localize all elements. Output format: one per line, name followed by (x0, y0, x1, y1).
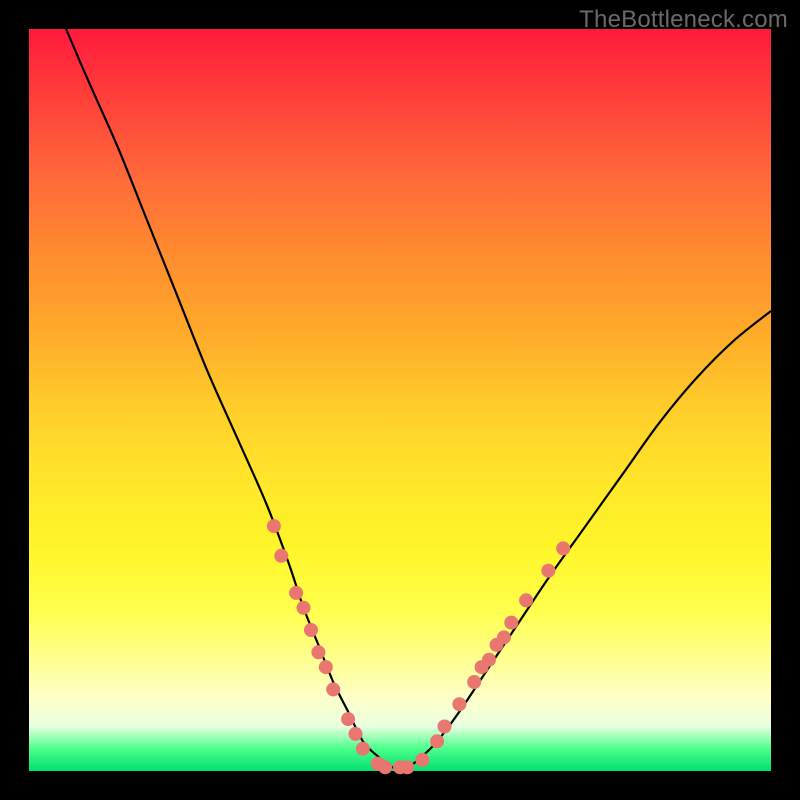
data-point (267, 519, 281, 533)
bottleneck-curve (66, 29, 771, 769)
data-point (274, 549, 288, 563)
data-point (326, 682, 340, 696)
data-point (311, 645, 325, 659)
chart-frame (29, 29, 771, 771)
data-point (556, 541, 570, 555)
data-point (467, 675, 481, 689)
data-point (400, 760, 414, 774)
data-point (349, 727, 363, 741)
data-point (319, 660, 333, 674)
data-point (289, 586, 303, 600)
data-point (341, 712, 355, 726)
data-point (378, 760, 392, 774)
data-point (438, 720, 452, 734)
data-point (482, 653, 496, 667)
data-point (415, 753, 429, 767)
data-point (541, 564, 555, 578)
data-point (519, 593, 533, 607)
data-point (452, 697, 466, 711)
data-point (304, 623, 318, 637)
chart-svg (29, 29, 771, 771)
data-point (504, 616, 518, 630)
data-point (356, 742, 370, 756)
data-point (497, 630, 511, 644)
watermark-text: TheBottleneck.com (579, 6, 788, 34)
data-points-group (267, 519, 570, 774)
data-point (430, 734, 444, 748)
data-point (297, 601, 311, 615)
